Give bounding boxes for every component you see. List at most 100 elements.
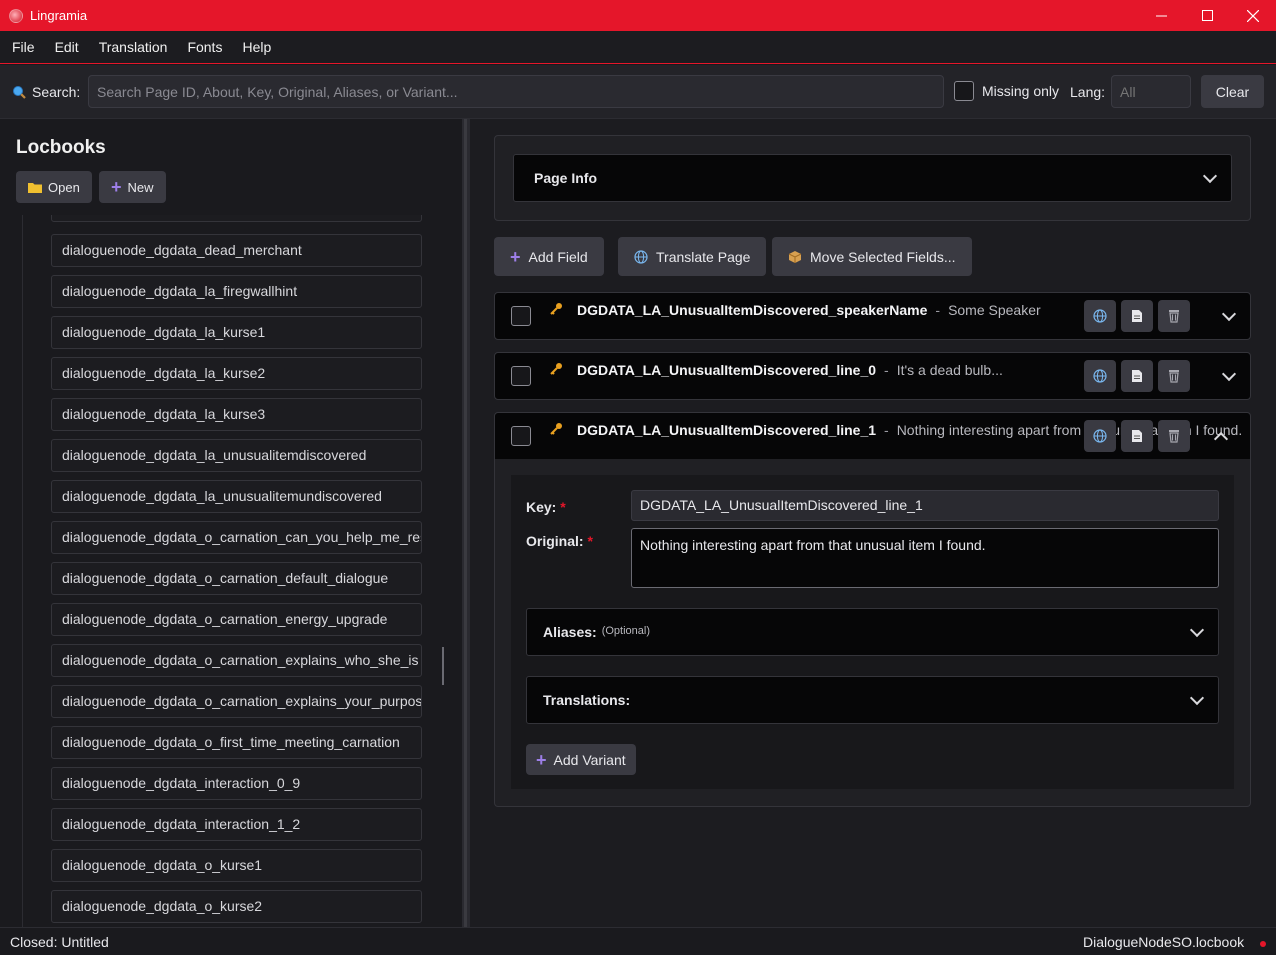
add-variant-label: Add Variant — [553, 751, 626, 768]
delete-field-button[interactable] — [1158, 360, 1190, 392]
globe-icon — [1093, 309, 1107, 323]
menu-edit[interactable]: Edit — [45, 31, 89, 64]
list-item[interactable]: dialoguenode_dgdata_la_kurse1 — [51, 316, 422, 349]
list-item[interactable]: dialoguenode_dgdata_o_carnation_can_you_… — [51, 521, 422, 554]
menu-bar: File Edit Translation Fonts Help — [0, 31, 1276, 64]
page-info-section: Page Info — [494, 135, 1251, 221]
field-select-checkbox[interactable] — [511, 426, 531, 446]
key-input[interactable]: DGDATA_LA_UnusualItemDiscovered_line_1 — [631, 490, 1219, 521]
maximize-button[interactable] — [1184, 0, 1230, 31]
translate-field-button[interactable] — [1084, 360, 1116, 392]
list-item[interactable]: dialoguenode_dgdata_o_carnation_explains… — [51, 685, 422, 718]
menu-translation[interactable]: Translation — [89, 31, 178, 64]
field-row-expanded[interactable]: DGDATA_LA_UnusualItemDiscovered_line_1- N… — [494, 412, 1251, 460]
translate-field-button[interactable] — [1084, 300, 1116, 332]
close-button[interactable] — [1230, 0, 1276, 31]
list-item[interactable]: dialoguenode_dgdata_o_carnation_default_… — [51, 562, 422, 595]
search-label: Search: — [32, 83, 81, 100]
chevron-down-icon — [1189, 690, 1205, 706]
folder-icon — [28, 183, 42, 193]
locbook-list[interactable]: dialoguenode_dgdata_la_firegwallhint_par… — [22, 215, 446, 927]
duplicate-field-button[interactable] — [1121, 420, 1153, 452]
maximize-icon — [1201, 10, 1213, 21]
window-title: Lingramia — [30, 8, 88, 23]
list-item[interactable]: dialoguenode_dgdata_la_firegwallhint — [51, 275, 422, 308]
field-row[interactable]: DGDATA_LA_UnusualItemDiscovered_speakerN… — [494, 292, 1251, 340]
field-separator: - — [935, 302, 941, 318]
close-icon — [1247, 9, 1259, 22]
package-icon — [788, 250, 802, 263]
translate-page-button[interactable]: Translate Page — [618, 237, 767, 276]
status-file: DialogueNodeSO.locbook — [1083, 933, 1245, 950]
minimize-button[interactable] — [1138, 0, 1184, 31]
chevron-down-icon[interactable] — [1221, 366, 1237, 382]
page-info-accordion[interactable]: Page Info — [513, 154, 1232, 202]
list-item[interactable]: dialoguenode_dgdata_la_unusualitemundisc… — [51, 480, 422, 513]
translations-label: Translations: — [543, 692, 631, 708]
key-icon — [549, 422, 563, 439]
list-item[interactable]: dialoguenode_dgdata_la_kurse2 — [51, 357, 422, 390]
status-right-wrap: DialogueNodeSO.locbook — [1083, 934, 1266, 950]
search-input[interactable] — [88, 75, 944, 108]
list-item[interactable]: dialoguenode_dgdata_interaction_0_9 — [51, 767, 422, 800]
list-item[interactable]: dialoguenode_dgdata_o_first_time_meeting… — [51, 726, 422, 759]
chevron-down-icon — [1189, 622, 1205, 638]
field-preview: Nothing interesting apart from that unus… — [896, 422, 1242, 438]
list-item[interactable]: dialoguenode_dgdata_la_firegwallhint_par… — [51, 215, 422, 222]
new-button[interactable]: + New — [99, 171, 166, 203]
chevron-down-icon[interactable] — [1221, 306, 1237, 322]
unsaved-indicator — [1260, 940, 1266, 947]
lang-label: Lang: — [1070, 84, 1106, 100]
trash-icon — [1169, 370, 1179, 383]
page-info-label: Page Info — [534, 170, 598, 186]
original-label: Original: * — [526, 533, 593, 549]
aliases-optional: (Optional) — [601, 624, 650, 637]
list-item[interactable]: dialoguenode_dgdata_o_kurse1 — [51, 849, 422, 882]
key-icon — [549, 362, 563, 379]
list-item[interactable]: dialoguenode_dgdata_o_carnation_explains… — [51, 644, 422, 677]
clear-button[interactable]: Clear — [1201, 75, 1264, 108]
list-item[interactable]: dialoguenode_dgdata_la_kurse3 — [51, 398, 422, 431]
plus-icon: + — [111, 177, 122, 197]
original-textarea[interactable]: Nothing interesting apart from that unus… — [631, 528, 1219, 588]
menu-fonts[interactable]: Fonts — [177, 31, 232, 64]
translate-page-label: Translate Page — [656, 248, 751, 265]
translate-field-button[interactable] — [1084, 420, 1116, 452]
move-selected-fields-button[interactable]: Move Selected Fields... — [772, 237, 972, 276]
add-field-label: Add Field — [528, 248, 588, 265]
list-scrollbar-thumb[interactable] — [442, 647, 444, 685]
lang-input[interactable] — [1111, 75, 1191, 108]
menu-help[interactable]: Help — [232, 31, 281, 64]
field-key: DGDATA_LA_UnusualItemDiscovered_speakerN… — [577, 302, 928, 318]
document-icon — [1132, 430, 1142, 442]
list-item[interactable]: dialoguenode_dgdata_la_unusualitemdiscov… — [51, 439, 422, 472]
field-separator: - — [884, 422, 889, 438]
minimize-icon — [1155, 15, 1167, 17]
key-icon — [549, 302, 563, 319]
open-button[interactable]: Open — [16, 171, 92, 203]
add-variant-button[interactable]: + Add Variant — [526, 744, 636, 775]
title-bar: Lingramia — [0, 0, 1276, 31]
field-row[interactable]: DGDATA_LA_UnusualItemDiscovered_line_0- I… — [494, 352, 1251, 400]
list-item[interactable]: dialoguenode_dgdata_o_kurse2 — [51, 890, 422, 923]
key-label: Key: * — [526, 499, 566, 515]
duplicate-field-button[interactable] — [1121, 300, 1153, 332]
delete-field-button[interactable] — [1158, 300, 1190, 332]
pane-splitter[interactable] — [462, 119, 470, 927]
menu-file[interactable]: File — [2, 31, 45, 64]
list-item[interactable]: dialoguenode_dgdata_o_carnation_energy_u… — [51, 603, 422, 636]
list-item[interactable]: dialoguenode_dgdata_dead_merchant — [51, 234, 422, 267]
field-select-checkbox[interactable] — [511, 366, 531, 386]
delete-field-button[interactable] — [1158, 420, 1190, 452]
list-item[interactable]: dialoguenode_dgdata_interaction_1_2 — [51, 808, 422, 841]
field-preview: Some Speaker — [948, 302, 1041, 318]
aliases-accordion[interactable]: Aliases: (Optional) — [526, 608, 1219, 656]
missing-only-checkbox[interactable] — [954, 81, 974, 101]
field-select-checkbox[interactable] — [511, 306, 531, 326]
field-key: DGDATA_LA_UnusualItemDiscovered_line_0 — [577, 362, 877, 378]
duplicate-field-button[interactable] — [1121, 360, 1153, 392]
locbooks-sidebar: Locbooks Open + New dialoguenode_dgdata_… — [0, 119, 462, 927]
translations-accordion[interactable]: Translations: — [526, 676, 1219, 724]
add-field-button[interactable]: + Add Field — [494, 237, 604, 276]
field-key: DGDATA_LA_UnusualItemDiscovered_line_1 — [577, 422, 877, 438]
